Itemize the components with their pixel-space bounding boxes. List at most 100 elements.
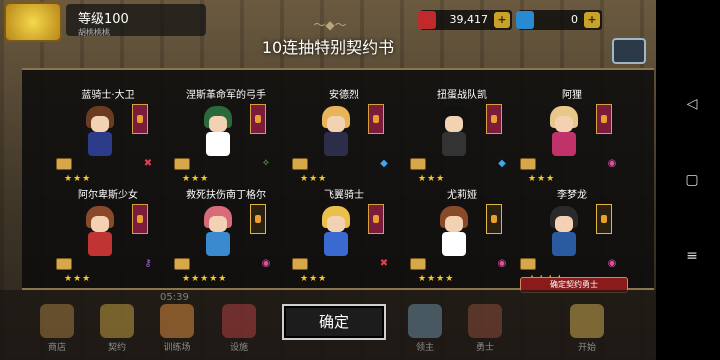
hero-card[interactable]: 救死扶伤南丁格尔 ★★★★★ ◉: [174, 186, 278, 286]
timer-text: 05:39: [160, 292, 189, 303]
element-icon: ✧: [261, 158, 271, 169]
hero-sprite: [80, 206, 120, 258]
nav-label: 契约: [107, 343, 126, 353]
rank-banner-icon: [250, 104, 266, 134]
rank-banner-icon: [596, 204, 612, 234]
scroll-icon: [56, 158, 72, 170]
element-icon: ⚷: [144, 258, 152, 269]
game-screen: 等级100 胡桃桃桃 39,417 + 0 + 〜◆〜 10连抽特别契约书 蓝骑…: [0, 0, 656, 360]
hero-name: 涅斯革命军的弓手: [186, 90, 266, 101]
element-icon: ✖: [379, 258, 389, 269]
hero-sprite: [80, 106, 120, 158]
hero-name: 阿尔卑斯少女: [78, 190, 138, 201]
element-icon: ◆: [498, 158, 506, 169]
nav-label: 勇士: [475, 343, 494, 353]
hero-sprite: [316, 106, 356, 158]
scroll-icon: [174, 158, 190, 170]
hero-name: 救死扶伤南丁格尔: [186, 190, 266, 201]
nav-icon: [222, 304, 256, 338]
star-rating: ★★★★★: [182, 274, 228, 284]
rank-banner-icon: [368, 204, 384, 234]
hero-sprite: [544, 206, 584, 258]
android-nav-bar: ◁ ▢ ≡: [656, 0, 720, 360]
element-icon: ◉: [607, 158, 617, 169]
title-ornament-icon: 〜◆〜: [313, 18, 347, 32]
hero-sprite: [544, 106, 584, 158]
hero-card[interactable]: 尤莉娅 ★★★★ ◉: [410, 186, 514, 286]
scroll-icon: [174, 258, 190, 270]
nav-label: 训练场: [163, 343, 191, 353]
nav-item[interactable]: 契约: [92, 300, 142, 356]
rank-banner-icon: [486, 104, 502, 134]
hero-name: 飞翼骑士: [324, 190, 364, 201]
nav-icon: [570, 304, 604, 338]
gem-icon: [516, 11, 534, 29]
gold-value: 39,417: [449, 13, 489, 26]
hero-card[interactable]: 涅斯革命军的弓手 ★★★ ✧: [174, 86, 278, 186]
nav-icon: [468, 304, 502, 338]
nav-item[interactable]: 商店: [32, 300, 82, 356]
nav-item[interactable]: 勇士: [460, 300, 510, 356]
nav-item[interactable]: 领主: [400, 300, 450, 356]
nav-icon: [408, 304, 442, 338]
scroll-icon: [292, 258, 308, 270]
add-gold-button[interactable]: +: [494, 12, 510, 28]
scroll-icon: [56, 258, 72, 270]
menu-icon[interactable]: ≡: [684, 248, 700, 264]
nav-item[interactable]: 设施: [214, 300, 264, 356]
rank-banner-icon: [596, 104, 612, 134]
back-icon[interactable]: ◁: [684, 96, 700, 112]
hero-name: 蓝骑士·大卫: [81, 90, 135, 101]
hero-card[interactable]: 飞翼骑士 ★★★ ✖: [292, 186, 396, 286]
hero-name: 尤莉娅: [447, 190, 477, 201]
nav-label: 开始: [577, 343, 596, 353]
hero-sprite: [198, 106, 238, 158]
hero-card[interactable]: 蓝骑士·大卫 ★★★ ✖: [56, 86, 160, 186]
hero-name: 扭蛋战队凯: [437, 90, 487, 101]
hero-card[interactable]: 李梦龙★★★★◉: [520, 186, 624, 286]
hero-sprite: [198, 206, 238, 258]
element-icon: ◉: [607, 258, 617, 269]
star-rating: ★★★: [182, 174, 210, 184]
scroll-icon: [520, 158, 536, 170]
hero-card[interactable]: 阿狸 ★★★ ◉: [520, 86, 624, 186]
nav-icon: [40, 304, 74, 338]
crown-icon: [418, 11, 436, 29]
element-icon: ◉: [497, 258, 507, 269]
hero-card[interactable]: 阿尔卑斯少女 ★★★ ⚷: [56, 186, 160, 286]
scroll-icon: [410, 158, 426, 170]
hero-card[interactable]: 扭蛋战队凯 ★★★ ◆: [410, 86, 514, 186]
nav-item[interactable]: 开始: [562, 300, 612, 356]
home-icon[interactable]: ▢: [684, 172, 700, 188]
scroll-icon: [410, 258, 426, 270]
nav-item[interactable]: 训练场: [152, 300, 202, 356]
rank-banner-icon: [132, 104, 148, 134]
contract-title: 10连抽特别契约书: [261, 38, 395, 57]
scroll-icon: [520, 258, 536, 270]
confirm-button[interactable]: 确定: [282, 304, 386, 340]
star-rating: ★★★: [418, 174, 446, 184]
hero-sprite: [316, 206, 356, 258]
nav-icon: [100, 304, 134, 338]
gold-resource: 39,417 +: [418, 10, 512, 30]
hero-sprite: [434, 106, 474, 158]
gem-value: 0: [571, 13, 578, 26]
add-gem-button[interactable]: +: [584, 12, 600, 28]
rank-banner-icon: [132, 204, 148, 234]
star-rating: ★★★: [64, 174, 92, 184]
hero-card[interactable]: 安德烈 ★★★ ◆: [292, 86, 396, 186]
element-icon: ◆: [380, 158, 388, 169]
hero-name: 李梦龙: [557, 190, 587, 201]
rank-banner-icon: [250, 204, 266, 234]
rank-banner-icon: [368, 104, 384, 134]
star-rating: ★★★★: [418, 274, 455, 284]
element-icon: ◉: [261, 258, 271, 269]
hero-name: 安德烈: [329, 90, 359, 101]
hero-sprite: [434, 206, 474, 258]
star-rating: ★★★: [64, 274, 92, 284]
scroll-icon: [292, 158, 308, 170]
nav-icon: [160, 304, 194, 338]
element-icon: ✖: [143, 158, 153, 169]
nav-label: 商店: [47, 343, 66, 353]
player-level: 等级100: [78, 12, 129, 27]
